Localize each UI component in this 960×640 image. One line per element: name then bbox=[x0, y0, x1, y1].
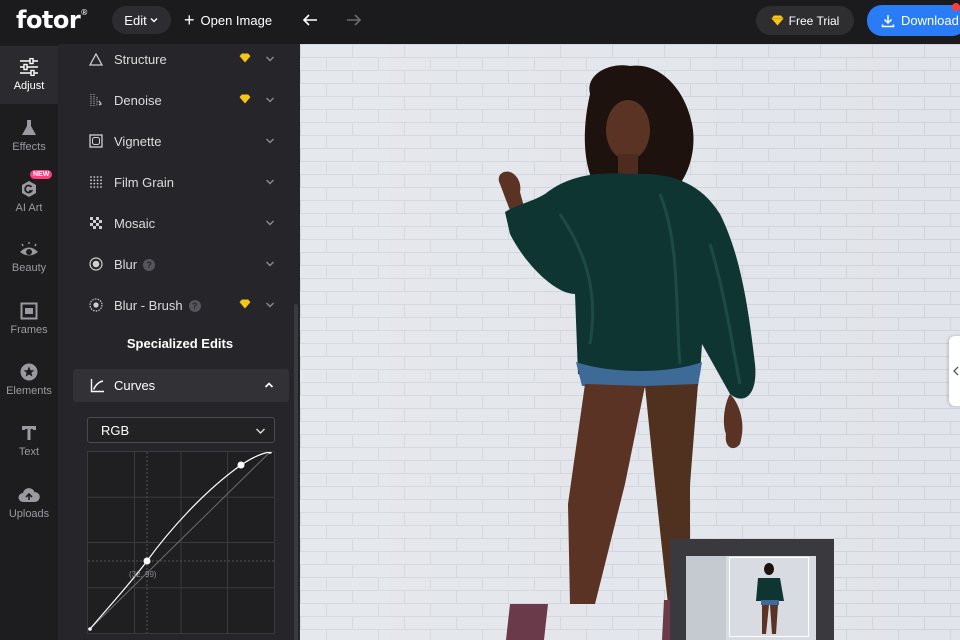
curve-editor[interactable]: (32, 99) bbox=[87, 451, 275, 634]
rail-label: Elements bbox=[6, 385, 52, 397]
chevron-down-icon bbox=[266, 56, 274, 62]
free-trial-label: Free Trial bbox=[788, 13, 840, 28]
chevron-left-icon bbox=[953, 366, 959, 376]
premium-diamond-icon bbox=[239, 299, 251, 309]
curve-baseline bbox=[89, 452, 271, 630]
tool-blur[interactable]: Blur? bbox=[58, 244, 294, 284]
rail-label: Effects bbox=[12, 141, 46, 153]
tool-label: Blur bbox=[114, 256, 138, 272]
open-image-button[interactable]: + Open Image bbox=[184, 6, 272, 34]
redo-button[interactable] bbox=[342, 6, 366, 34]
tool-label: Curves bbox=[114, 378, 156, 393]
section-title-specialized-edits: Specialized Edits bbox=[126, 336, 234, 351]
ai-art-icon bbox=[22, 181, 36, 197]
download-label: Download bbox=[901, 13, 959, 28]
arrow-left-icon bbox=[302, 14, 317, 26]
diamond-icon bbox=[771, 15, 784, 26]
rail-item-elements[interactable]: Elements bbox=[0, 351, 58, 409]
adjust-panel: Structure Denoise Vignette Film Grain Mo… bbox=[58, 44, 300, 640]
rail-item-beauty[interactable]: Beauty bbox=[0, 229, 58, 287]
arrow-right-icon bbox=[347, 14, 362, 26]
rail-item-ai-art[interactable]: NEW AI Art bbox=[0, 168, 58, 226]
notification-dot bbox=[952, 3, 960, 11]
tool-structure[interactable]: Structure bbox=[58, 44, 294, 79]
undo-button[interactable] bbox=[298, 6, 322, 34]
text-icon bbox=[22, 426, 36, 440]
expand-right-panel-button[interactable] bbox=[949, 336, 960, 406]
navigator-viewport[interactable] bbox=[729, 557, 809, 637]
help-icon[interactable]: ? bbox=[143, 259, 156, 272]
tool-vignette[interactable]: Vignette bbox=[58, 121, 294, 161]
rail-label: Frames bbox=[10, 324, 48, 336]
denoise-icon bbox=[88, 92, 104, 108]
rail-label: Text bbox=[18, 446, 40, 458]
curve-point[interactable] bbox=[237, 461, 245, 469]
vignette-icon bbox=[88, 133, 104, 149]
chevron-up-icon bbox=[264, 382, 274, 388]
flask-icon bbox=[22, 120, 36, 135]
cloud-upload-icon bbox=[18, 488, 40, 502]
photo-canvas[interactable] bbox=[300, 44, 960, 640]
free-trial-button[interactable]: Free Trial bbox=[756, 6, 854, 35]
blur-icon bbox=[88, 256, 104, 272]
star-icon bbox=[20, 363, 38, 381]
chevron-down-icon bbox=[266, 138, 274, 144]
edit-menu-button[interactable]: Edit bbox=[112, 6, 171, 34]
chevron-down-icon bbox=[266, 220, 274, 226]
frame-icon bbox=[20, 302, 38, 320]
edit-label: Edit bbox=[124, 12, 147, 28]
chevron-down-icon bbox=[256, 428, 265, 434]
tool-curves[interactable]: Curves bbox=[73, 369, 289, 402]
channel-select[interactable]: RGB bbox=[87, 417, 275, 443]
tool-rail: Adjust Effects NEW AI Art Beauty Frames … bbox=[0, 44, 58, 640]
rail-label: Adjust bbox=[13, 80, 45, 92]
mosaic-icon bbox=[88, 215, 104, 231]
chevron-down-icon bbox=[266, 302, 274, 308]
fotor-logo[interactable]: fotor® bbox=[16, 6, 88, 34]
premium-diamond-icon bbox=[239, 53, 251, 63]
new-badge: NEW bbox=[30, 170, 53, 179]
plus-icon: + bbox=[184, 10, 195, 30]
photo bbox=[300, 44, 960, 640]
rail-label: Beauty bbox=[11, 262, 47, 274]
rail-item-frames[interactable]: Frames bbox=[0, 290, 58, 348]
tool-mosaic[interactable]: Mosaic bbox=[58, 203, 294, 243]
rail-item-effects[interactable]: Effects bbox=[0, 107, 58, 165]
open-image-label: Open Image bbox=[200, 12, 273, 28]
rail-label: AI Art bbox=[15, 202, 43, 214]
tool-denoise[interactable]: Denoise bbox=[58, 80, 294, 120]
sliders-icon bbox=[20, 58, 38, 76]
curve-point[interactable] bbox=[143, 557, 151, 565]
triangle-icon bbox=[88, 51, 104, 67]
channel-value: RGB bbox=[101, 422, 130, 438]
curve-point-label: (32, 99) bbox=[129, 570, 157, 579]
chevron-down-icon bbox=[150, 18, 158, 23]
premium-diamond-icon bbox=[239, 94, 251, 104]
tool-label: Mosaic bbox=[114, 215, 156, 231]
rail-item-uploads[interactable]: Uploads bbox=[0, 474, 58, 532]
top-bar: fotor® Edit + Open Image Free Trial Down… bbox=[0, 0, 960, 44]
blur-brush-icon bbox=[88, 297, 104, 313]
rail-item-text[interactable]: Text bbox=[0, 412, 58, 470]
tool-blur-brush[interactable]: Blur - Brush? bbox=[58, 285, 294, 325]
rail-label: Uploads bbox=[8, 508, 50, 520]
tool-label: Vignette bbox=[114, 133, 162, 149]
chevron-down-icon bbox=[266, 261, 274, 267]
eye-icon bbox=[20, 242, 38, 256]
tool-film-grain[interactable]: Film Grain bbox=[58, 162, 294, 202]
tool-label: Structure bbox=[114, 51, 167, 67]
curve-endpoint[interactable] bbox=[88, 627, 92, 631]
tool-label: Blur - Brush bbox=[114, 297, 183, 313]
tool-label: Denoise bbox=[114, 92, 162, 108]
download-button[interactable]: Download bbox=[867, 5, 960, 36]
chevron-down-icon bbox=[266, 179, 274, 185]
chevron-down-icon bbox=[266, 97, 274, 103]
download-icon bbox=[881, 14, 895, 27]
rail-item-adjust[interactable]: Adjust bbox=[0, 46, 58, 104]
grain-icon bbox=[88, 174, 104, 190]
curves-icon bbox=[90, 379, 104, 393]
help-icon[interactable]: ? bbox=[188, 300, 201, 313]
tool-label: Film Grain bbox=[114, 174, 174, 190]
